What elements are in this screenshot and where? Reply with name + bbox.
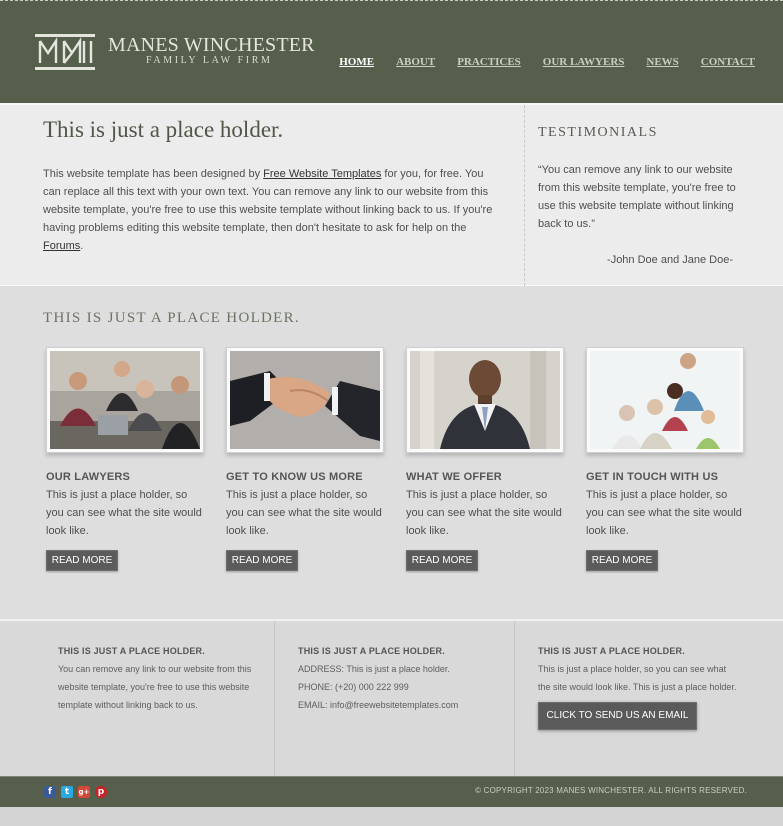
read-more-button[interactable]: READ MORE [46,550,118,571]
features-heading: THIS IS JUST A PLACE HOLDER. [43,310,300,326]
info-heading: THIS IS JUST A PLACE HOLDER. [298,646,445,656]
feature-card-what-we-offer: WHAT WE OFFER This is just a place holde… [406,347,566,571]
businessman-photo [406,347,564,453]
contact-details: ADDRESS: This is just a place holder. PH… [298,660,498,714]
feature-card-our-lawyers: OUR LAWYERS This is just a place holder,… [46,347,206,571]
nav-about[interactable]: ABOUT [396,56,435,68]
site-footer: f t g+ p © COPYRIGHT 2023 MANES WINCHEST… [0,776,783,807]
info-column-email: THIS IS JUST A PLACE HOLDER. This is jus… [538,621,738,776]
card-text: This is just a place holder, so you can … [226,489,382,537]
intro-content: This is just a place holder. This websit… [43,117,493,255]
read-more-button[interactable]: READ MORE [226,550,298,571]
card-title: GET TO KNOW US MORE [226,471,363,483]
pinterest-icon[interactable]: p [95,786,107,798]
facebook-icon[interactable]: f [44,786,56,798]
address-text: ADDRESS: This is just a place holder. [298,664,450,674]
family-image [590,351,740,449]
nav-news[interactable]: NEWS [646,56,678,68]
nav-home[interactable]: HOME [339,56,374,68]
card-text: This is just a place holder, so you can … [46,489,202,537]
logo-columns-icon [35,34,95,70]
info-text: You can remove any link to our website f… [58,664,252,710]
site-header: MANES WINCHESTER FAMILY LAW FIRM HOME AB… [0,0,783,103]
family-photo [586,347,744,453]
read-more-button[interactable]: READ MORE [586,550,658,571]
handshake-photo [226,347,384,453]
social-links: f t g+ p [44,786,107,798]
intro-text-1: This website template has been designed … [43,168,264,180]
page-bottom [0,807,783,826]
read-more-button[interactable]: READ MORE [406,550,478,571]
card-title: WHAT WE OFFER [406,471,502,483]
divider [274,621,275,776]
divider [524,105,525,286]
send-email-button[interactable]: CLICK TO SEND US AN EMAIL [538,702,697,730]
intro-paragraph: This website template has been designed … [43,165,493,255]
card-title: GET IN TOUCH WITH US [586,471,719,483]
intro-section: This is just a place holder. This websit… [0,103,783,286]
nav-contact[interactable]: CONTACT [701,56,755,68]
info-heading: THIS IS JUST A PLACE HOLDER. [538,646,685,656]
divider [514,621,515,776]
brand-subtitle: FAMILY LAW FIRM [146,55,273,66]
feature-card-get-to-know-us: GET TO KNOW US MORE This is just a place… [226,347,386,571]
features-section: THIS IS JUST A PLACE HOLDER. OUR LAWYERS… [0,286,783,619]
businessman-image [410,351,560,449]
handshake-image [230,351,380,449]
team-meeting-photo [46,347,204,453]
nav-practices[interactable]: PRACTICES [457,56,521,68]
testimonials: TESTIMONIALS “You can remove any link to… [538,125,738,269]
testimonial-quote: “You can remove any link to our website … [538,164,736,230]
email-text[interactable]: EMAIL: info@freewebsitetemplates.com [298,696,498,714]
info-text: This is just a place holder, so you can … [538,664,737,692]
intro-heading: This is just a place holder. [43,117,284,142]
card-text: This is just a place holder, so you can … [406,489,562,537]
forums-link[interactable]: Forums [43,240,80,252]
nav-our-lawyers[interactable]: OUR LAWYERS [543,56,625,68]
phone-text: PHONE: (+20) 000 222 999 [298,682,409,692]
card-title: OUR LAWYERS [46,471,131,483]
card-text: This is just a place holder, so you can … [586,489,742,537]
google-plus-icon[interactable]: g+ [78,786,90,798]
logo[interactable]: MANES WINCHESTER FAMILY LAW FIRM [34,31,315,73]
twitter-icon[interactable]: t [61,786,73,798]
feature-card-get-in-touch: GET IN TOUCH WITH US This is just a plac… [586,347,746,571]
info-section: THIS IS JUST A PLACE HOLDER. You can rem… [0,619,783,776]
info-column-about: THIS IS JUST A PLACE HOLDER. You can rem… [58,621,258,776]
info-heading: THIS IS JUST A PLACE HOLDER. [58,646,205,656]
free-website-templates-link[interactable]: Free Website Templates [263,168,381,180]
team-meeting-image [50,351,200,449]
brand-title: MANES WINCHESTER [108,34,315,56]
info-column-contact: THIS IS JUST A PLACE HOLDER. ADDRESS: Th… [298,621,498,776]
testimonials-heading: TESTIMONIALS [538,125,658,140]
intro-text-3: . [80,240,84,252]
main-nav: HOME ABOUT PRACTICES OUR LAWYERS NEWS CO… [339,56,755,68]
copyright-text: © COPYRIGHT 2023 MANES WINCHESTER. ALL R… [475,786,747,795]
testimonial-author: -John Doe and Jane Doe- [607,254,733,266]
